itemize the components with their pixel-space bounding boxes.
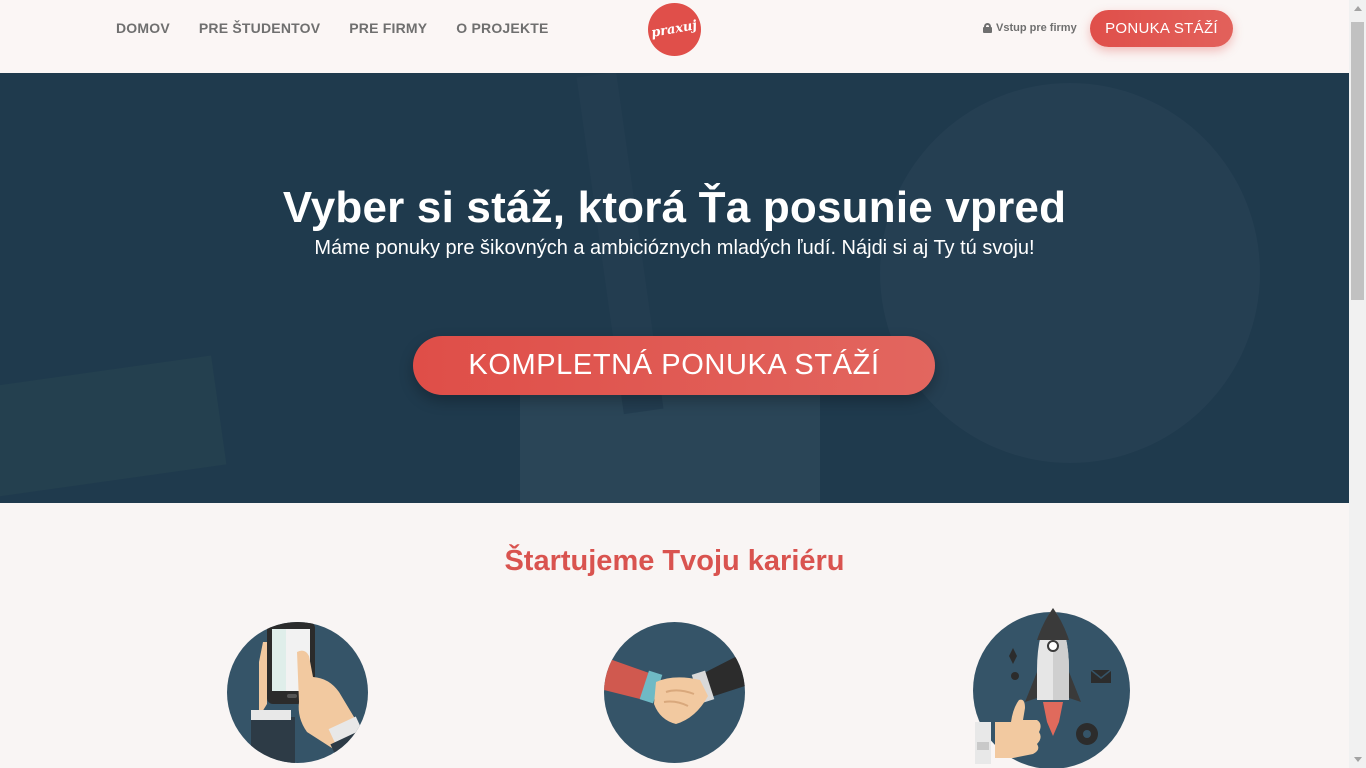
scroll-down-arrow-icon[interactable] bbox=[1349, 751, 1366, 768]
vertical-scrollbar[interactable] bbox=[1349, 0, 1366, 768]
hero-subtitle: Máme ponuky pre šikovných a ambicióznych… bbox=[314, 237, 1035, 259]
praxuj-logo[interactable]: praxuj bbox=[648, 3, 701, 56]
internship-offers-button[interactable]: PONUKA STÁŽÍ bbox=[1090, 10, 1233, 47]
hero-background-shape bbox=[880, 83, 1260, 463]
nav-item-o-projekte[interactable]: O PROJEKTE bbox=[456, 20, 548, 36]
hero-title: Vyber si stáž, ktorá Ťa posunie vpred bbox=[282, 183, 1067, 232]
nav-item-domov[interactable]: DOMOV bbox=[116, 20, 170, 36]
phone-hand-illustration bbox=[227, 622, 368, 763]
top-navigation-bar: DOMOV PRE ŠTUDENTOV PRE FIRMY O PROJEKTE… bbox=[0, 0, 1349, 73]
lock-icon bbox=[983, 23, 992, 33]
hero-background-shape bbox=[0, 355, 227, 501]
nav-item-pre-studentov[interactable]: PRE ŠTUDENTOV bbox=[199, 20, 320, 36]
phone-hand-icon bbox=[251, 622, 368, 763]
handshake-illustration bbox=[604, 622, 745, 763]
complete-offers-button[interactable]: KOMPLETNÁ PONUKA STÁŽÍ bbox=[413, 336, 935, 395]
scroll-up-arrow-icon[interactable] bbox=[1349, 0, 1366, 17]
company-login-link[interactable]: Vstup pre firmy bbox=[983, 22, 1077, 34]
handshake-icon bbox=[604, 652, 745, 724]
logo-text: praxuj bbox=[650, 18, 699, 41]
rocket-icon bbox=[975, 608, 1112, 764]
nav-item-pre-firmy[interactable]: PRE FIRMY bbox=[349, 20, 427, 36]
scrollbar-thumb[interactable] bbox=[1351, 22, 1364, 300]
section-title: Štartujeme Tvoju kariéru bbox=[504, 545, 845, 577]
main-nav: DOMOV PRE ŠTUDENTOV PRE FIRMY O PROJEKTE bbox=[116, 20, 578, 36]
hero-section: Vyber si stáž, ktorá Ťa posunie vpred Má… bbox=[0, 73, 1349, 503]
company-login-label: Vstup pre firmy bbox=[996, 22, 1077, 34]
rocket-illustration bbox=[973, 608, 1130, 768]
